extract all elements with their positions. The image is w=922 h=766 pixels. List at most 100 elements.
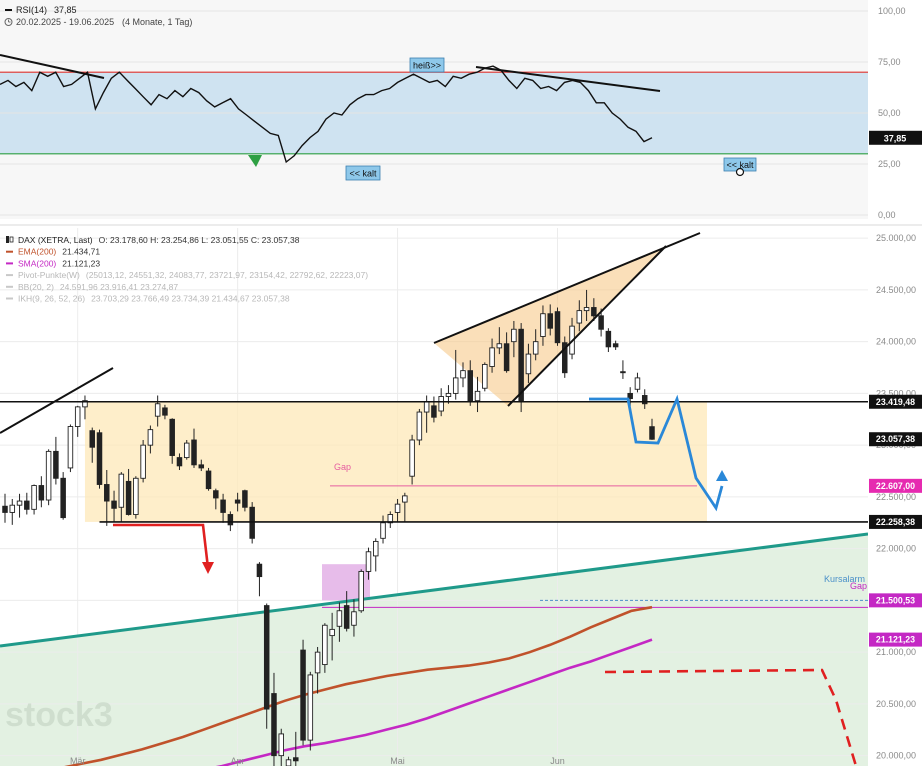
candle <box>554 307 561 346</box>
candle-body <box>358 570 364 612</box>
rsi-hot-label: heiß>> <box>413 61 441 71</box>
price-tag-text: 22.607,00 <box>876 481 915 491</box>
candle <box>620 360 626 379</box>
candle-body <box>45 450 52 501</box>
candle-body <box>104 484 110 502</box>
candle-body <box>445 392 452 397</box>
watermark-logo: stock3 <box>5 696 113 734</box>
legend-name: IKH(9, 26, 52, 26) <box>18 294 85 304</box>
candle-body <box>191 439 197 466</box>
candle <box>53 436 59 485</box>
rsi-panel: 100,00 75,00 50,00 25,00 0,00 heiß>> << kalt… <box>0 0 922 220</box>
legend-entry[interactable]: BB(20, 2) 24.591,96 23.916,41 23.274,87 <box>6 282 178 292</box>
candle-body <box>402 495 408 503</box>
candle-body <box>583 307 590 312</box>
alarm-handle-icon[interactable] <box>735 167 745 177</box>
candle <box>60 472 66 520</box>
drop-arrow-head-icon <box>202 562 214 574</box>
price-tick-label: 25.000,00 <box>876 233 916 243</box>
candle-body <box>591 307 597 317</box>
price-tick-label: 24.500,00 <box>876 285 916 295</box>
candle <box>96 429 103 489</box>
candle-body <box>205 470 212 490</box>
legend-name: EMA(200) <box>18 247 56 257</box>
legend-name: DAX (XETRA, Last) <box>18 235 93 245</box>
candle-body <box>213 490 219 499</box>
legend-entry[interactable]: IKH(9, 26, 52, 26) 23.703,29 23.766,49 23… <box>6 294 290 304</box>
legend-label: EMA(200) 21.434,71 <box>18 247 100 257</box>
rsi-hot-tag: heiß>> <box>409 57 445 73</box>
candle-body <box>227 514 234 526</box>
candle-body <box>416 411 423 441</box>
price-tick-label: 21.000,00 <box>876 647 916 657</box>
candle <box>31 484 37 515</box>
candle <box>133 476 139 519</box>
candle-body <box>111 500 117 509</box>
candle <box>373 538 379 572</box>
dax-chart: 100,00 75,00 50,00 25,00 0,00 heiß>> << kalt… <box>0 0 922 766</box>
legend-entry[interactable]: SMA(200) 21.121,23 <box>6 258 100 268</box>
candle-body <box>467 370 474 402</box>
candle-body <box>460 370 466 379</box>
candle-body <box>118 473 125 508</box>
price-tag-text: 21.121,23 <box>876 635 915 645</box>
rsi-tick-label: 25,00 <box>878 159 901 169</box>
x-tick-label: Mär <box>70 756 86 766</box>
candle <box>416 408 423 446</box>
legend-entry[interactable]: EMA(200) 21.434,71 <box>6 247 100 257</box>
candle-body <box>409 439 415 477</box>
candle-body <box>605 330 612 348</box>
range-label: (4 Monate, 1 Tag) <box>122 17 192 27</box>
price-tag-text: 23.057,38 <box>876 434 915 444</box>
candle-body <box>540 313 546 337</box>
candle-body <box>576 310 583 324</box>
price-tag-text: 21.500,53 <box>876 595 915 605</box>
candle-body <box>503 343 510 372</box>
candle-icon <box>6 236 9 243</box>
candle-body <box>38 485 45 501</box>
rsi-tick-label: 0,00 <box>878 210 896 220</box>
candle-body <box>343 605 350 629</box>
legend-name: SMA(200) <box>18 258 56 268</box>
rising-channel-area <box>0 534 868 766</box>
projection-arrow-icon <box>716 470 728 481</box>
legend-value: 21.121,23 <box>62 258 100 268</box>
price-panel: Gap Gap Kursalarm stock3 25.000,0024.500… <box>0 228 922 766</box>
legend-entry[interactable]: DAX (XETRA, Last) O: 23.178,60 H: 23.254,… <box>6 235 300 245</box>
candle-body <box>423 401 430 413</box>
candle <box>45 449 52 506</box>
candle-body <box>431 405 437 418</box>
rsi-value-text: 37,85 <box>884 133 907 143</box>
candle-body <box>147 429 154 446</box>
candle <box>67 424 74 473</box>
legend-label: Pivot-Punkte(W) (25013,12, 24551,32, 2408… <box>18 270 368 280</box>
price-tick-label: 20.000,00 <box>876 751 916 761</box>
candle-body <box>278 733 284 757</box>
candle <box>518 323 524 413</box>
candle-body <box>474 390 481 402</box>
candle-body <box>198 464 205 469</box>
rsi-tick-label: 50,00 <box>878 108 901 118</box>
candle-body <box>242 490 248 508</box>
candle-body <box>234 499 241 504</box>
candle <box>256 562 263 597</box>
price-tag-text: 23.419,48 <box>876 397 915 407</box>
candle-body <box>322 624 328 666</box>
period-label: 20.02.2025 - 19.06.2025 <box>16 17 114 27</box>
legend-label: DAX (XETRA, Last) O: 23.178,60 H: 23.254,… <box>18 235 300 245</box>
candle-body <box>612 343 619 348</box>
candle-body <box>394 503 401 513</box>
gap-label-upper: Gap <box>334 462 351 472</box>
candle-body <box>67 426 74 469</box>
price-tick-label: 24.000,00 <box>876 337 916 347</box>
rsi-cold-label: << kalt <box>349 169 377 179</box>
candle-body <box>511 328 517 343</box>
candle-body <box>2 505 8 513</box>
candle-body <box>9 504 16 513</box>
price-tag: 21.500,53 <box>869 593 922 608</box>
candle-body <box>96 432 103 485</box>
candle-body <box>620 371 626 374</box>
candle-body <box>307 674 314 741</box>
candle-body <box>53 450 59 479</box>
legend-entry[interactable]: Pivot-Punkte(W) (25013,12, 24551,32, 2408… <box>6 270 368 280</box>
